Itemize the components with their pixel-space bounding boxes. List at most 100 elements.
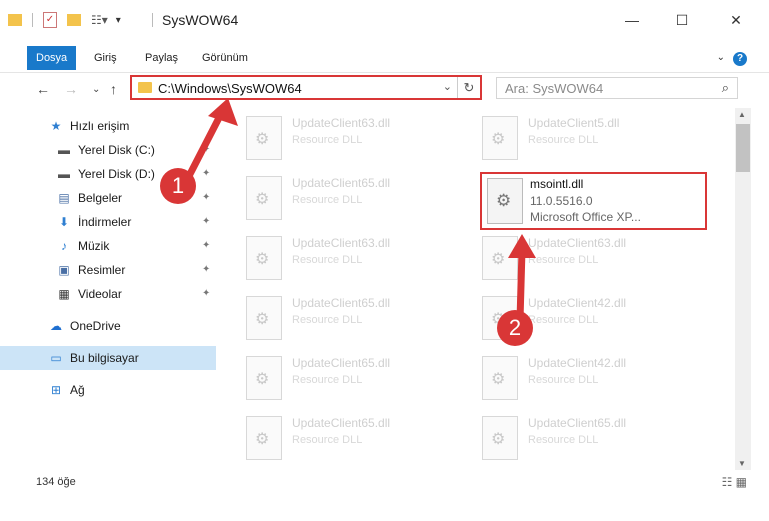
file-type: Resource DLL — [528, 374, 599, 386]
list-item[interactable]: UpdateClient63.dll Resource DLL — [220, 232, 440, 282]
view-options-icon[interactable]: ☷▾ — [91, 13, 108, 27]
search-icon[interactable]: ⌕ — [722, 80, 729, 96]
sidebar-item-videolar[interactable]: ▦ Videolar — [56, 282, 121, 306]
status-bar: 134 öğe ☷ ▦ — [0, 470, 769, 494]
pin-icon[interactable]: ✦ — [202, 288, 210, 299]
file-name: UpdateClient65.dll — [292, 176, 391, 190]
sidebar-item-muzik[interactable]: ♪ Müzik — [56, 234, 109, 258]
dll-file-icon — [487, 178, 523, 224]
file-name: UpdateClient63.dll — [292, 116, 391, 130]
list-item[interactable]: UpdateClient42.dll Resource DLL — [456, 352, 676, 402]
list-item[interactable]: UpdateClient63.dll Resource DLL — [220, 112, 440, 162]
customize-qat-icon[interactable]: ▾ — [116, 15, 121, 26]
ribbon-expand-icon[interactable]: ⌄ — [717, 52, 725, 63]
sidebar-item-hizli-erisim[interactable]: ★ Hızlı erişim — [48, 114, 130, 138]
dll-file-icon — [246, 236, 282, 280]
sidebar-item-label: Hızlı erişim — [70, 119, 130, 133]
sidebar-item-label: Resimler — [78, 263, 126, 277]
file-name: UpdateClient65.dll — [528, 416, 627, 430]
sidebar-item-label: Müzik — [78, 239, 110, 253]
pin-icon[interactable]: ✦ — [202, 264, 210, 275]
pictures-icon: ▣ — [58, 263, 70, 277]
ribbon-tabs: Dosya Giriş Paylaş Görünüm — [0, 46, 769, 70]
tab-gorunum[interactable]: Görünüm — [202, 46, 248, 70]
sidebar-item-label: Yerel Disk (C:) — [78, 143, 155, 157]
window-title: SysWOW64 — [162, 12, 239, 28]
sidebar-item-resimler[interactable]: ▣ Resimler — [56, 258, 125, 282]
help-icon[interactable]: ? — [733, 52, 747, 66]
list-item[interactable]: UpdateClient5.dll Resource DLL — [456, 112, 676, 162]
properties-icon[interactable]: ✓ — [43, 12, 57, 28]
scroll-down-icon[interactable]: ▼ — [738, 459, 746, 468]
sidebar-item-label: Bu bilgisayar — [70, 351, 139, 365]
minimize-button[interactable]: — — [622, 12, 642, 28]
selected-file-msointl[interactable]: msointl.dll 11.0.5516.0 Microsoft Office… — [480, 172, 707, 230]
list-item[interactable]: UpdateClient63.dll Resource DLL — [456, 232, 676, 282]
sidebar-item-bu-bilgisayar[interactable]: ▭ Bu bilgisayar — [48, 346, 139, 370]
file-type: Resource DLL — [528, 254, 599, 266]
close-button[interactable]: ✕ — [726, 12, 746, 28]
file-name: UpdateClient42.dll — [528, 356, 627, 370]
tab-giris[interactable]: Giriş — [94, 46, 117, 70]
file-type: Resource DLL — [292, 194, 363, 206]
sidebar-item-onedrive[interactable]: ☁ OneDrive — [48, 314, 121, 338]
file-type: Resource DLL — [292, 314, 363, 326]
dll-file-icon — [482, 356, 518, 400]
vertical-scrollbar[interactable]: ▲ ▼ — [735, 108, 751, 470]
scroll-thumb[interactable] — [736, 124, 750, 172]
pin-icon[interactable]: ✦ — [202, 168, 210, 179]
tab-paylas[interactable]: Paylaş — [145, 46, 178, 70]
list-item[interactable]: UpdateClient65.dll Resource DLL — [220, 292, 440, 342]
sidebar-item-yerel-disk-c[interactable]: ▬ Yerel Disk (C:) — [56, 138, 155, 162]
pin-icon[interactable]: ✦ — [202, 216, 210, 227]
list-item[interactable]: UpdateClient65.dll Resource DLL — [220, 412, 440, 462]
pin-icon[interactable]: ✦ — [202, 240, 210, 251]
address-bar[interactable]: C:\Windows\SysWOW64 ⌄ ↻ — [130, 75, 482, 100]
file-type: Resource DLL — [528, 434, 599, 446]
up-button[interactable]: ↑ — [110, 81, 117, 97]
new-folder-icon[interactable] — [67, 14, 81, 26]
divider — [32, 13, 33, 27]
sidebar-item-ag[interactable]: ⊞ Ağ — [48, 378, 85, 402]
refresh-button[interactable]: ↻ — [457, 77, 480, 98]
address-dropdown-icon[interactable]: ⌄ — [443, 80, 452, 93]
pin-icon[interactable]: ✦ — [202, 192, 210, 203]
sidebar-item-label: OneDrive — [70, 319, 121, 333]
dll-file-icon — [246, 416, 282, 460]
dll-file-icon — [246, 176, 282, 220]
dll-file-icon — [482, 416, 518, 460]
file-name: UpdateClient63.dll — [528, 236, 627, 250]
network-icon: ⊞ — [50, 383, 62, 397]
pin-icon[interactable]: ✦ — [202, 144, 210, 155]
drive-icon: ▬ — [58, 143, 70, 157]
sidebar-item-indirmeler[interactable]: ⬇ İndirmeler — [56, 210, 131, 234]
folder-icon — [138, 82, 152, 93]
list-item[interactable]: UpdateClient65.dll Resource DLL — [220, 352, 440, 402]
back-button[interactable]: ← — [36, 81, 50, 97]
address-path[interactable]: C:\Windows\SysWOW64 — [158, 81, 302, 96]
recent-locations-button[interactable]: ⌄ — [92, 84, 100, 95]
dll-file-icon — [482, 236, 518, 280]
list-item[interactable]: UpdateClient65.dll Resource DLL — [456, 412, 676, 462]
file-version: 11.0.5516.0 — [530, 194, 593, 208]
folder-icon[interactable] — [8, 14, 22, 26]
cloud-icon: ☁ — [50, 319, 62, 333]
dll-file-icon — [246, 296, 282, 340]
tab-dosya[interactable]: Dosya — [27, 46, 77, 70]
maximize-button[interactable]: ☐ — [672, 12, 692, 28]
divider — [152, 13, 153, 27]
list-item[interactable]: UpdateClient65.dll Resource DLL — [220, 172, 440, 222]
documents-icon: ▤ — [58, 191, 70, 205]
search-input[interactable]: Ara: SysWOW64 ⌕ — [496, 77, 738, 99]
sidebar-item-belgeler[interactable]: ▤ Belgeler — [56, 186, 122, 210]
scroll-up-icon[interactable]: ▲ — [738, 110, 746, 119]
dll-file-icon — [246, 116, 282, 160]
file-type: Resource DLL — [292, 374, 363, 386]
forward-button[interactable]: → — [64, 81, 78, 97]
file-name: UpdateClient65.dll — [292, 296, 391, 310]
list-item[interactable]: UpdateClient42.dll Resource DLL — [456, 292, 676, 342]
file-list: UpdateClient63.dll Resource DLL UpdateCl… — [220, 110, 734, 470]
sidebar-item-yerel-disk-d[interactable]: ▬ Yerel Disk (D:) — [56, 162, 155, 186]
file-name: UpdateClient5.dll — [528, 116, 620, 130]
view-toggle-icon[interactable]: ☷ ▦ — [722, 475, 747, 489]
